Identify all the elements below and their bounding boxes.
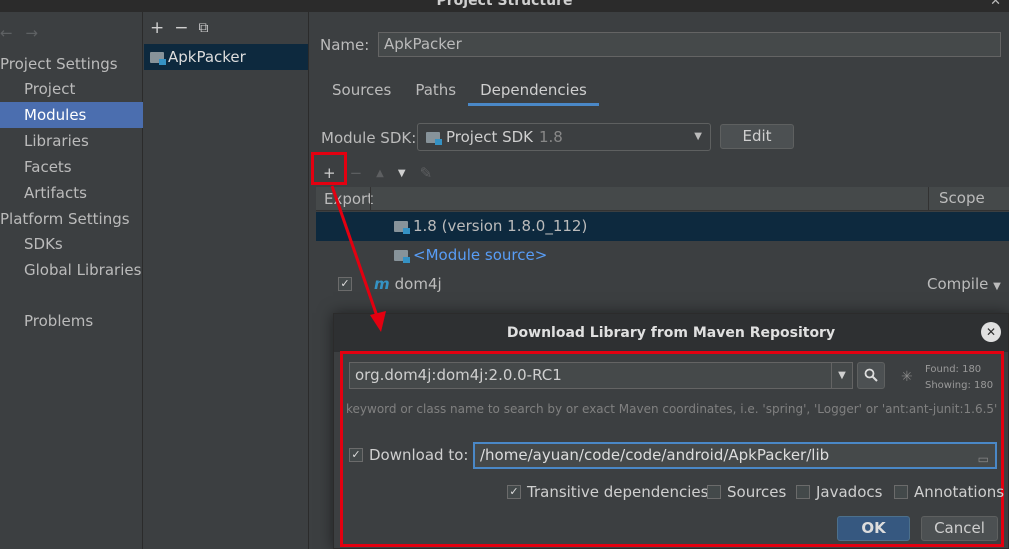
table-row[interactable]: 1.8 (version 1.8.0_112)	[316, 212, 1009, 241]
dialog-title: Download Library from Maven Repository	[334, 314, 1008, 352]
export-column-header[interactable]: Export	[324, 190, 373, 208]
table-row[interactable]: ✓ m dom4j Compile ▼	[316, 270, 1009, 299]
option-label: Sources	[727, 483, 787, 501]
browse-folder-icon[interactable]: ▭	[978, 448, 989, 471]
add-module-icon[interactable]: +	[150, 18, 164, 38]
search-button[interactable]	[857, 362, 885, 389]
nav-item-facets[interactable]: Facets	[0, 154, 143, 180]
download-path-value: /home/ayuan/code/code/android/ApkPacker/…	[480, 446, 830, 464]
option-label: Javadocs	[816, 483, 883, 501]
dependencies-toolbar: + − ▲ ▼ ✎	[316, 160, 1009, 186]
dependency-label: dom4j	[394, 275, 442, 293]
module-name-input[interactable]: ApkPacker	[378, 32, 1001, 57]
search-hint: keyword or class name to search by or ex…	[346, 402, 998, 416]
module-tabs: Sources Paths Dependencies	[320, 78, 599, 106]
table-row[interactable]: <Module source>	[316, 241, 1009, 270]
nav-item-artifacts[interactable]: Artifacts	[0, 180, 143, 206]
ok-button[interactable]: OK	[837, 516, 910, 541]
transitive-checkbox[interactable]: ✓	[507, 485, 521, 499]
dependencies-header: Export Scope	[316, 187, 1009, 211]
maven-download-dialog: Download Library from Maven Repository ✕…	[333, 313, 1009, 549]
modules-toolbar: + − ⧉	[144, 12, 308, 44]
module-sdk-label: Module SDK:	[321, 129, 417, 147]
window-close-icon[interactable]: ✕	[990, 0, 1001, 9]
javadocs-checkbox[interactable]	[796, 485, 810, 499]
name-label: Name:	[320, 36, 370, 54]
scope-dropdown[interactable]: Compile ▼	[927, 275, 1001, 293]
module-label: ApkPacker	[168, 48, 246, 66]
copy-module-icon[interactable]: ⧉	[199, 20, 209, 36]
source-folder-icon	[394, 249, 410, 263]
add-button-highlight	[311, 152, 347, 185]
module-sdk-select[interactable]: Project SDK 1.8 ▼	[417, 123, 711, 151]
back-arrow-icon[interactable]: ←	[0, 24, 13, 42]
cancel-button[interactable]: Cancel	[921, 516, 998, 541]
dependency-label: <Module source>	[413, 246, 548, 264]
nav-item-libraries[interactable]: Libraries	[0, 128, 143, 154]
option-label: Transitive dependencies	[527, 483, 709, 501]
nav-arrows: ← →	[0, 24, 46, 44]
download-path-input[interactable]: /home/ayuan/code/code/android/ApkPacker/…	[473, 442, 997, 469]
tab-sources[interactable]: Sources	[320, 78, 403, 106]
option-sources[interactable]: Sources	[707, 483, 786, 501]
sdk-value: Project SDK	[446, 128, 533, 146]
search-icon	[864, 368, 878, 382]
sdk-version: 1.8	[539, 128, 563, 146]
remove-dependency-icon[interactable]: −	[350, 164, 363, 182]
option-annotations[interactable]: Annotations	[894, 483, 1004, 501]
tab-paths[interactable]: Paths	[403, 78, 468, 106]
edit-sdk-button[interactable]: Edit	[720, 124, 794, 149]
annotations-checkbox[interactable]	[894, 485, 908, 499]
move-up-icon[interactable]: ▲	[376, 168, 384, 179]
settings-nav: ← → Project Settings Project Modules Lib…	[0, 12, 143, 549]
move-down-icon[interactable]: ▼	[398, 168, 406, 179]
download-to-checkbox-wrap[interactable]: ✓	[349, 448, 363, 462]
module-folder-icon	[150, 51, 166, 65]
scope-column-header[interactable]: Scope	[928, 187, 1009, 210]
nav-item-project[interactable]: Project	[0, 76, 143, 102]
nav-section-project-settings: Project Settings	[0, 55, 118, 73]
nav-item-global-libraries[interactable]: Global Libraries	[0, 257, 143, 283]
download-to-label: Download to:	[369, 446, 469, 464]
found-count: Found: 180	[925, 364, 982, 375]
column-divider	[370, 187, 371, 210]
chevron-down-icon: ▼	[694, 131, 702, 142]
nav-item-sdks[interactable]: SDKs	[0, 231, 143, 257]
export-checkbox[interactable]: ✓	[338, 277, 352, 291]
scope-value: Compile	[927, 275, 989, 293]
maven-search-value: org.dom4j:dom4j:2.0.0-RC1	[355, 366, 562, 384]
chevron-down-icon[interactable]: ▼	[831, 363, 852, 388]
tab-dependencies[interactable]: Dependencies	[468, 78, 599, 106]
chevron-down-icon: ▼	[993, 281, 1001, 292]
download-to-checkbox[interactable]: ✓	[349, 448, 363, 462]
module-item-apkpacker[interactable]: ApkPacker	[144, 44, 308, 70]
modules-pane: + − ⧉ ApkPacker	[144, 12, 309, 549]
dialog-close-icon[interactable]: ✕	[981, 322, 1001, 342]
option-transitive[interactable]: ✓ Transitive dependencies	[507, 483, 708, 501]
nav-item-problems[interactable]: Problems	[0, 308, 143, 334]
window-title: Project Structure	[436, 0, 573, 9]
loading-spinner-icon: ✳	[901, 369, 913, 385]
window-titlebar: Project Structure ✕	[0, 0, 1009, 12]
forward-arrow-icon[interactable]: →	[25, 24, 38, 42]
dependency-label: 1.8 (version 1.8.0_112)	[413, 217, 588, 235]
nav-section-platform-settings: Platform Settings	[0, 210, 130, 228]
remove-module-icon[interactable]: −	[174, 18, 188, 38]
sdk-folder-icon	[426, 131, 442, 145]
edit-dependency-icon[interactable]: ✎	[420, 164, 433, 182]
jdk-folder-icon	[394, 220, 410, 234]
search-results-count: Found: 180 Showing: 180	[925, 362, 993, 394]
option-javadocs[interactable]: Javadocs	[796, 483, 882, 501]
nav-item-modules[interactable]: Modules	[0, 102, 143, 128]
sources-checkbox[interactable]	[707, 485, 721, 499]
maven-icon: m	[374, 275, 390, 293]
option-label: Annotations	[914, 483, 1005, 501]
showing-count: Showing: 180	[925, 380, 994, 391]
maven-search-input[interactable]: org.dom4j:dom4j:2.0.0-RC1 ▼	[349, 362, 853, 389]
